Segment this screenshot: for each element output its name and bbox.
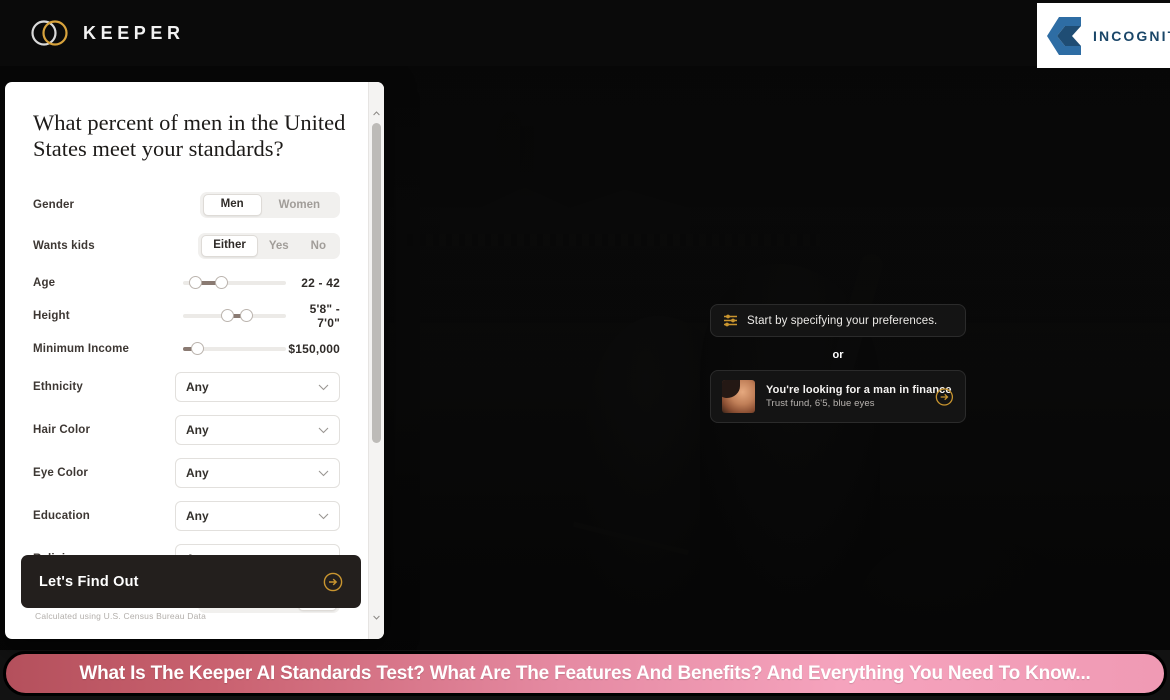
education-label: Education bbox=[33, 510, 90, 522]
wants-kids-option-yes[interactable]: Yes bbox=[258, 236, 300, 256]
eye-color-select[interactable]: Any bbox=[175, 458, 340, 488]
census-footnote: Calculated using U.S. Census Bureau Data bbox=[35, 611, 207, 621]
eye-color-label: Eye Color bbox=[33, 467, 89, 479]
page-root: KEEPER INCOGNITO What percent of men in … bbox=[0, 0, 1170, 700]
site-header: KEEPER INCOGNITO bbox=[0, 0, 1170, 68]
form-row-hair-color: Hair Color Any bbox=[33, 415, 340, 445]
gender-label: Gender bbox=[33, 199, 75, 211]
height-range-slider[interactable] bbox=[183, 306, 286, 326]
ethnicity-label: Ethnicity bbox=[33, 381, 83, 393]
sliders-filter-icon bbox=[724, 314, 737, 327]
chevron-up-icon bbox=[373, 111, 380, 116]
incognito-hexagon-icon bbox=[1047, 16, 1081, 55]
right-prompt-column: Start by specifying your preferences. or… bbox=[710, 304, 970, 423]
form-row-wants-kids: Wants kids Either Yes No bbox=[33, 233, 340, 259]
or-divider-label: or bbox=[832, 349, 844, 361]
wants-kids-option-no[interactable]: No bbox=[300, 236, 337, 256]
hair-color-select[interactable]: Any bbox=[175, 415, 340, 445]
hair-color-value: Any bbox=[186, 423, 209, 437]
form-scrollbar[interactable] bbox=[368, 82, 384, 639]
gender-option-men[interactable]: Men bbox=[202, 194, 262, 216]
scroll-down-button[interactable] bbox=[369, 610, 384, 625]
brand-logo[interactable]: KEEPER bbox=[30, 18, 185, 48]
ethnicity-select[interactable]: Any bbox=[175, 372, 340, 402]
age-slider-handle-max[interactable] bbox=[214, 276, 228, 289]
height-value: 5'8" - 7'0" bbox=[309, 302, 340, 330]
wants-kids-label: Wants kids bbox=[33, 240, 95, 252]
wants-kids-option-either[interactable]: Either bbox=[201, 235, 258, 257]
ethnicity-value: Any bbox=[186, 380, 209, 394]
incognito-watermark-text: INCOGNITO bbox=[1093, 27, 1170, 44]
brand-name: KEEPER bbox=[83, 22, 185, 43]
arrow-right-circle-icon bbox=[323, 572, 343, 591]
height-slider-handle-min[interactable] bbox=[220, 309, 234, 322]
lets-find-out-button[interactable]: Let's Find Out bbox=[21, 555, 361, 608]
form-row-minimum-income: Minimum Income $150,000 bbox=[33, 339, 340, 359]
scrollbar-thumb[interactable] bbox=[372, 123, 381, 443]
height-slider-handle-max[interactable] bbox=[240, 309, 254, 322]
suggestion-title: You're looking for a man in finance bbox=[766, 384, 952, 396]
article-title-banner: What Is The Keeper AI Standards Test? Wh… bbox=[3, 651, 1167, 696]
form-row-education: Education Any bbox=[33, 501, 340, 531]
income-slider-handle[interactable] bbox=[190, 342, 204, 355]
page-title: What percent of men in the United States… bbox=[33, 110, 346, 161]
chevron-down-icon bbox=[373, 615, 380, 620]
minimum-income-slider[interactable] bbox=[183, 339, 286, 359]
submit-area: Let's Find Out bbox=[21, 555, 361, 608]
education-select[interactable]: Any bbox=[175, 501, 340, 531]
form-row-height: Height 5'8" - 7'0" bbox=[33, 302, 340, 330]
age-label: Age bbox=[33, 277, 56, 289]
arrow-right-circle-icon[interactable] bbox=[935, 386, 954, 408]
form-row-gender: Gender Men Women bbox=[33, 192, 340, 218]
education-value: Any bbox=[186, 509, 209, 523]
form-row-ethnicity: Ethnicity Any bbox=[33, 372, 340, 402]
submit-button-label: Let's Find Out bbox=[39, 573, 139, 590]
suggestion-subtitle: Trust fund, 6'5, blue eyes bbox=[766, 398, 875, 409]
height-label: Height bbox=[33, 310, 70, 322]
incognito-watermark: INCOGNITO bbox=[1037, 3, 1170, 68]
gender-option-women[interactable]: Women bbox=[262, 195, 337, 215]
age-slider-handle-min[interactable] bbox=[188, 276, 202, 289]
form-row-age: Age 22 - 42 bbox=[33, 273, 340, 293]
hair-color-label: Hair Color bbox=[33, 424, 91, 436]
scroll-up-button[interactable] bbox=[369, 106, 384, 121]
gender-toggle-group[interactable]: Men Women bbox=[199, 192, 340, 218]
suggestion-card[interactable]: You're looking for a man in finance Trus… bbox=[710, 370, 966, 423]
standards-form-card: What percent of men in the United States… bbox=[5, 82, 384, 639]
eye-color-value: Any bbox=[186, 466, 209, 480]
form-row-eye-color: Eye Color Any bbox=[33, 458, 340, 488]
specify-preferences-prompt[interactable]: Start by specifying your preferences. bbox=[710, 304, 966, 337]
wants-kids-toggle-group[interactable]: Either Yes No bbox=[198, 233, 340, 259]
article-title-text: What Is The Keeper AI Standards Test? Wh… bbox=[79, 662, 1091, 684]
interlocking-rings-icon bbox=[31, 20, 68, 46]
chevron-down-icon bbox=[318, 513, 329, 520]
chevron-down-icon bbox=[318, 470, 329, 477]
age-range-slider[interactable] bbox=[183, 273, 286, 293]
minimum-income-value: $150,000 bbox=[288, 342, 340, 356]
chevron-down-icon bbox=[318, 384, 329, 391]
chevron-down-icon bbox=[318, 427, 329, 434]
age-value: 22 - 42 bbox=[301, 276, 340, 290]
specify-preferences-text: Start by specifying your preferences. bbox=[747, 314, 938, 327]
person-photo-avatar bbox=[722, 380, 755, 413]
minimum-income-label: Minimum Income bbox=[33, 343, 130, 355]
